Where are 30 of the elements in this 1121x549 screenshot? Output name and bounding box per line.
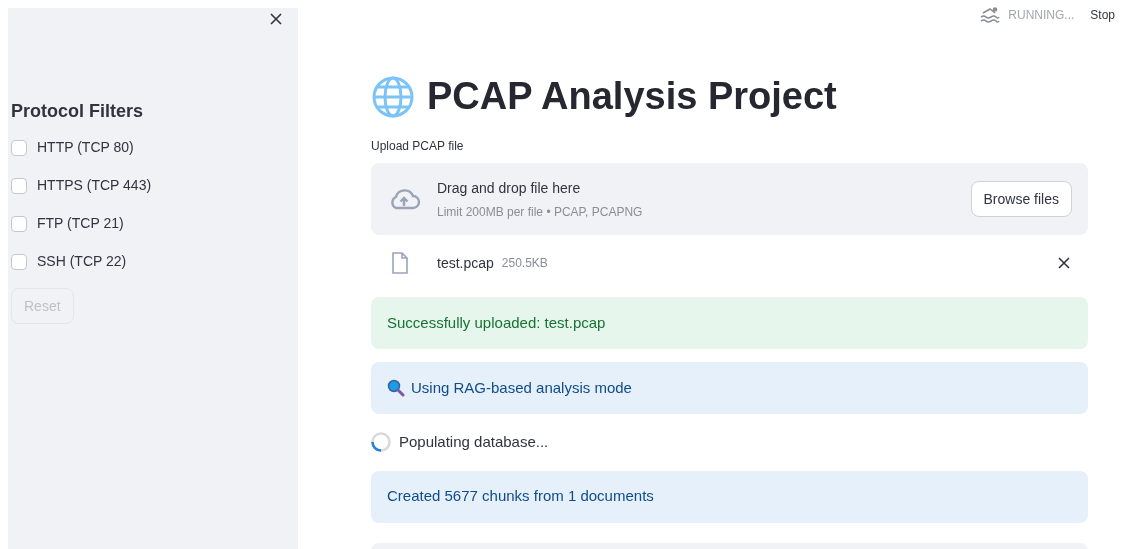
close-icon[interactable] <box>1058 257 1070 269</box>
running-status: RUNNING... <box>1008 7 1075 24</box>
loading-spinner <box>371 432 391 453</box>
checkbox[interactable] <box>11 139 27 156</box>
upload-limit: Limit 200MB per file • PCAP, PCAPNG <box>437 203 643 221</box>
upload-label: Upload PCAP file <box>371 138 465 155</box>
file-icon <box>391 252 409 274</box>
file-name: test.pcap <box>437 253 494 273</box>
swimmer-icon <box>980 7 1001 23</box>
checkbox-label: HTTP (TCP 80) <box>37 138 134 157</box>
checkbox-label: HTTPS (TCP 443) <box>37 176 152 195</box>
alert-text: Using RAG-based analysis mode <box>411 377 632 398</box>
file-size: 250.5KB <box>501 255 548 272</box>
checkbox[interactable] <box>11 253 27 270</box>
checkbox[interactable] <box>11 215 27 232</box>
checkbox-label: FTP (TCP 21) <box>37 214 124 233</box>
globe-icon <box>371 74 415 119</box>
alert-text: Created 5677 chunks from 1 documents <box>387 486 654 507</box>
checkbox-label: SSH (TCP 22) <box>37 252 127 271</box>
alert-text: Successfully uploaded: test.pcap <box>387 312 606 333</box>
magnifier-icon <box>387 379 405 397</box>
dropzone[interactable]: Drag and drop file here Limit 200MB per file • PCAP, PCAPNG Browse files <box>371 163 1088 235</box>
page-title: PCAP Analysis Project <box>427 74 837 119</box>
checkbox[interactable] <box>11 177 27 194</box>
stop-button[interactable]: Stop <box>1090 6 1115 24</box>
browse-files-button[interactable]: Browse files <box>970 181 1072 217</box>
sidebar-title: Protocol Filters <box>11 100 145 123</box>
close-icon[interactable] <box>269 12 283 26</box>
dropzone-prompt: Drag and drop file here <box>437 178 582 198</box>
status-text: Populating database... <box>399 432 549 452</box>
